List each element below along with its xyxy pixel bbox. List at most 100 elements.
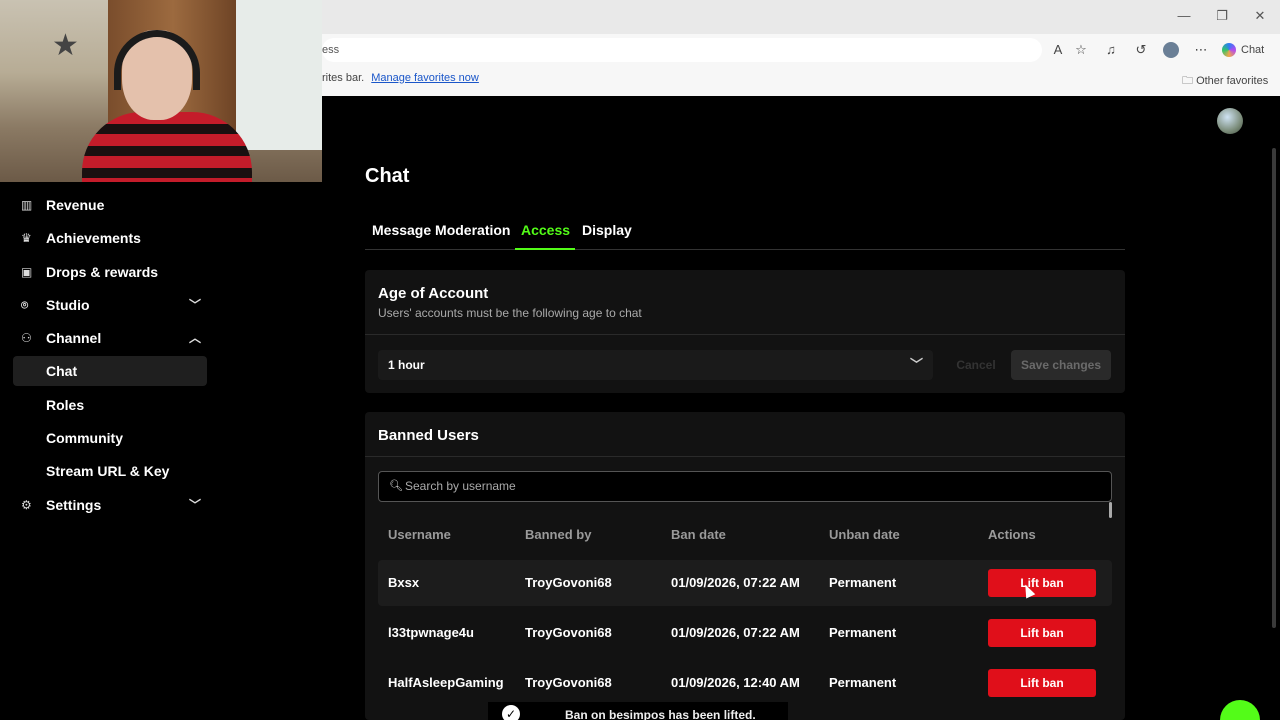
unban-date-cell: Permanent [829, 625, 897, 640]
column-header-unban-date: Unban date [829, 527, 900, 542]
banned-users-card: Banned Users 🔍︎ Search by username Usern… [365, 412, 1125, 720]
address-bar[interactable]: ess [322, 38, 1042, 62]
extensions-icon[interactable]: ♫ [1103, 42, 1119, 58]
sidebar-item-community[interactable]: Community [13, 423, 207, 453]
ban-date-cell: 01/09/2026, 12:40 AM [671, 675, 800, 690]
manage-favorites-link[interactable]: Manage favorites now [371, 72, 479, 84]
favorite-star-icon[interactable]: ☆ [1073, 42, 1089, 58]
channel-icon: ⚇ [21, 331, 32, 345]
column-header-ban-date: Ban date [671, 527, 726, 542]
favorites-bar-prompt: rites bar. Manage favorites now [322, 72, 479, 84]
other-favorites-button[interactable]: 🗀 Other favorites [1182, 72, 1268, 91]
sidebar-item-label: Stream URL & Key [46, 463, 170, 479]
username-cell: HalfAsleepGaming [388, 675, 504, 690]
banned-card-title: Banned Users [378, 427, 479, 444]
unban-date-cell: Permanent [829, 575, 897, 590]
account-age-select[interactable]: 1 hour ﹀ [378, 350, 933, 380]
search-icon: 🔍︎ [389, 480, 403, 492]
account-age-value: 1 hour [388, 358, 425, 372]
user-avatar[interactable] [1217, 108, 1243, 134]
column-header-banned-by: Banned by [525, 527, 592, 542]
copilot-label: Chat [1241, 44, 1265, 56]
sidebar-item-achievements[interactable]: ♛ Achievements [13, 223, 207, 253]
ban-date-cell: 01/09/2026, 07:22 AM [671, 575, 800, 590]
sidebar-item-label: Roles [46, 397, 85, 413]
minimize-icon[interactable]: — [1176, 8, 1192, 24]
table-row: Bxsx TroyGovoni68 01/09/2026, 07:22 AM P… [378, 560, 1112, 606]
sidebar-item-label: Chat [46, 363, 78, 379]
username-cell: l33tpwnage4u [388, 625, 474, 640]
sidebar-item-chat[interactable]: Chat [13, 356, 207, 386]
tab-access[interactable]: Access [521, 222, 570, 238]
chevron-down-icon: ﹀ [188, 298, 201, 312]
sidebar-item-label: Studio [46, 297, 90, 313]
table-row: HalfAsleepGaming TroyGovoni68 01/09/2026… [378, 660, 1112, 706]
username-cell: Bxsx [388, 575, 420, 590]
copilot-chat-button[interactable]: Chat [1222, 40, 1264, 60]
tab-display[interactable]: Display [582, 222, 632, 238]
read-aloud-icon[interactable]: A [1050, 42, 1066, 58]
sidebar-item-settings[interactable]: ⚙ Settings ﹀ [13, 490, 207, 520]
copilot-icon [1222, 43, 1236, 58]
divider [365, 334, 1125, 335]
gear-icon: ⚙ [21, 498, 32, 512]
tab-message-moderation[interactable]: Message Moderation [372, 222, 510, 238]
search-input[interactable]: 🔍︎ Search by username [378, 471, 1112, 502]
other-favorites-label: Other favorites [1196, 75, 1269, 87]
age-card-title: Age of Account [378, 285, 489, 302]
more-menu-icon[interactable]: ⋯ [1193, 42, 1209, 58]
sidebar-item-label: Channel [46, 330, 102, 346]
webcam-window [236, 0, 322, 150]
banned-by-cell: TroyGovoni68 [525, 675, 612, 690]
table-scrollbar[interactable] [1109, 502, 1112, 518]
sidebar-item-channel[interactable]: ⚇ Channel ︿ [13, 323, 207, 353]
chevron-down-icon: ﹀ [188, 498, 201, 512]
sidebar-item-revenue[interactable]: ▥ Revenue [13, 190, 207, 220]
column-header-username: Username [388, 527, 451, 542]
studio-icon: ⌾ [21, 298, 29, 312]
address-text: ess [322, 44, 340, 56]
sidebar-item-label: Settings [46, 497, 102, 513]
sidebar-item-label: Drops & rewards [46, 264, 159, 280]
sidebar-item-studio[interactable]: ⌾ Studio ﹀ [13, 290, 207, 320]
page-title: Chat [365, 165, 410, 187]
divider [365, 456, 1125, 457]
sidebar-item-label: Community [46, 430, 123, 446]
webcam-shirt [82, 112, 252, 182]
lift-ban-button[interactable]: Lift ban [988, 619, 1096, 647]
lift-ban-button[interactable]: Lift ban [988, 569, 1096, 597]
favbar-text: rites bar. [322, 72, 365, 84]
sidebar-item-drops-rewards[interactable]: ▣ Drops & rewards [13, 257, 207, 287]
history-icon[interactable]: ↺ [1133, 42, 1149, 58]
page-scrollbar[interactable] [1272, 148, 1276, 628]
folder-icon: 🗀 [1182, 75, 1197, 87]
sidebar-item-label: Achievements [46, 230, 141, 246]
toast-notification: ✓ Ban on besimpos has been lifted. [488, 702, 788, 720]
chart-icon: ▥ [21, 198, 33, 212]
active-tab-indicator [515, 248, 575, 250]
help-chat-button[interactable] [1220, 700, 1260, 720]
banned-by-cell: TroyGovoni68 [525, 625, 612, 640]
webcam-star-ornament: ★ [52, 29, 79, 62]
unban-date-cell: Permanent [829, 675, 897, 690]
age-of-account-card: Age of Account Users' accounts must be t… [365, 270, 1125, 393]
sidebar-item-roles[interactable]: Roles [13, 390, 207, 420]
save-changes-button[interactable]: Save changes [1011, 350, 1111, 380]
search-placeholder: Search by username [405, 479, 516, 493]
lift-ban-button[interactable]: Lift ban [988, 669, 1096, 697]
sidebar-item-label: Revenue [46, 197, 105, 213]
profile-avatar-icon[interactable] [1163, 42, 1179, 58]
restore-icon[interactable]: ❐ [1214, 8, 1230, 24]
sidebar-item-stream-url-key[interactable]: Stream URL & Key [13, 456, 207, 486]
age-card-subtitle: Users' accounts must be the following ag… [378, 306, 642, 320]
cancel-button[interactable]: Cancel [949, 350, 1003, 380]
ban-date-cell: 01/09/2026, 07:22 AM [671, 625, 800, 640]
table-row: l33tpwnage4u TroyGovoni68 01/09/2026, 07… [378, 610, 1112, 656]
column-header-actions: Actions [988, 527, 1036, 542]
trophy-icon: ♛ [21, 231, 32, 245]
banned-by-cell: TroyGovoni68 [525, 575, 612, 590]
tab-divider [365, 249, 1125, 250]
webcam-person [82, 30, 252, 182]
webcam-headset [114, 30, 200, 90]
close-icon[interactable]: ✕ [1252, 8, 1268, 24]
